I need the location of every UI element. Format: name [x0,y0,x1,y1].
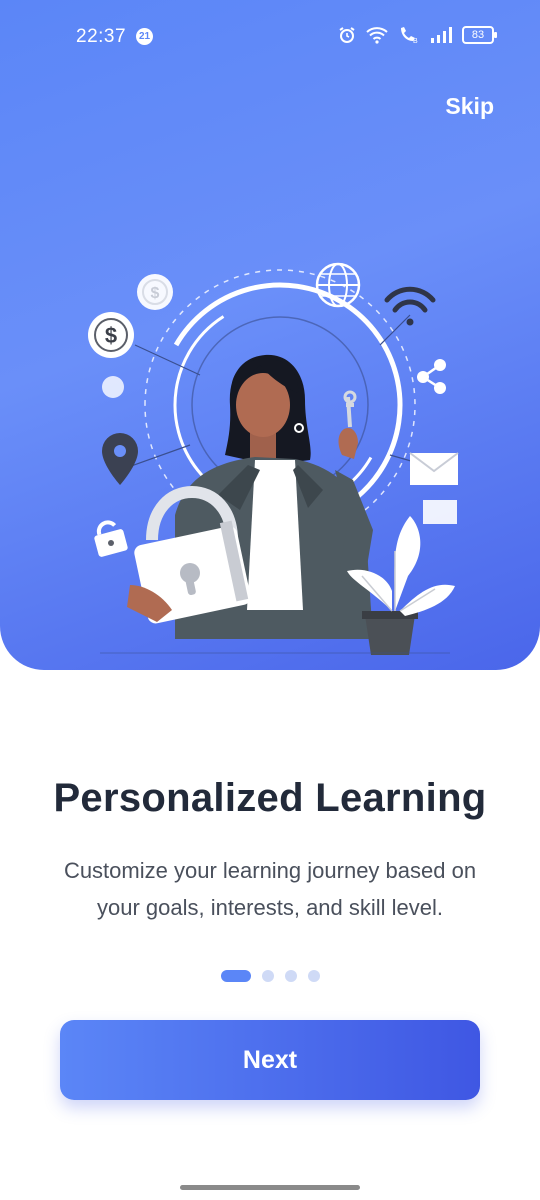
svg-text:$: $ [151,285,160,302]
page-dot-4 [307,970,320,982]
small-coin-icon [102,376,124,398]
hero-banner: 22:37 21 B 83 Skip $ $ [0,0,540,670]
call-icon: B [398,26,420,44]
status-time: 22:37 [76,26,127,47]
location-pin-icon [102,433,138,485]
next-button[interactable]: Next [60,1020,480,1100]
status-bar: 22:37 21 B 83 [0,0,540,72]
mail-icon [409,452,459,485]
wifi-icon [366,26,388,44]
status-icons: B 83 [338,26,497,44]
svg-text:B: B [413,38,418,44]
skip-button[interactable]: Skip [445,93,494,120]
page-dot-2 [261,970,274,982]
page-title: Personalized Learning [53,776,487,820]
share-icon [417,359,446,394]
card-icon [423,500,457,524]
wifi-signal-icon [384,286,436,326]
page-indicator [0,970,540,982]
page-dot-1 [220,970,251,982]
onboarding-illustration: $ $ [88,262,459,655]
signal-icon [430,26,452,44]
page-description: Customize your learning journey based on… [63,858,477,920]
home-indicator[interactable] [180,1185,360,1190]
svg-text:$: $ [105,323,117,348]
coin-icon: $ [137,274,173,310]
page-dot-3 [284,970,297,982]
dollar-coin-icon: $ [88,312,134,358]
battery-icon: 83 [462,26,497,44]
notification-badge: 21 [136,28,153,45]
small-lock-icon [94,520,128,557]
alarm-icon [338,26,356,44]
